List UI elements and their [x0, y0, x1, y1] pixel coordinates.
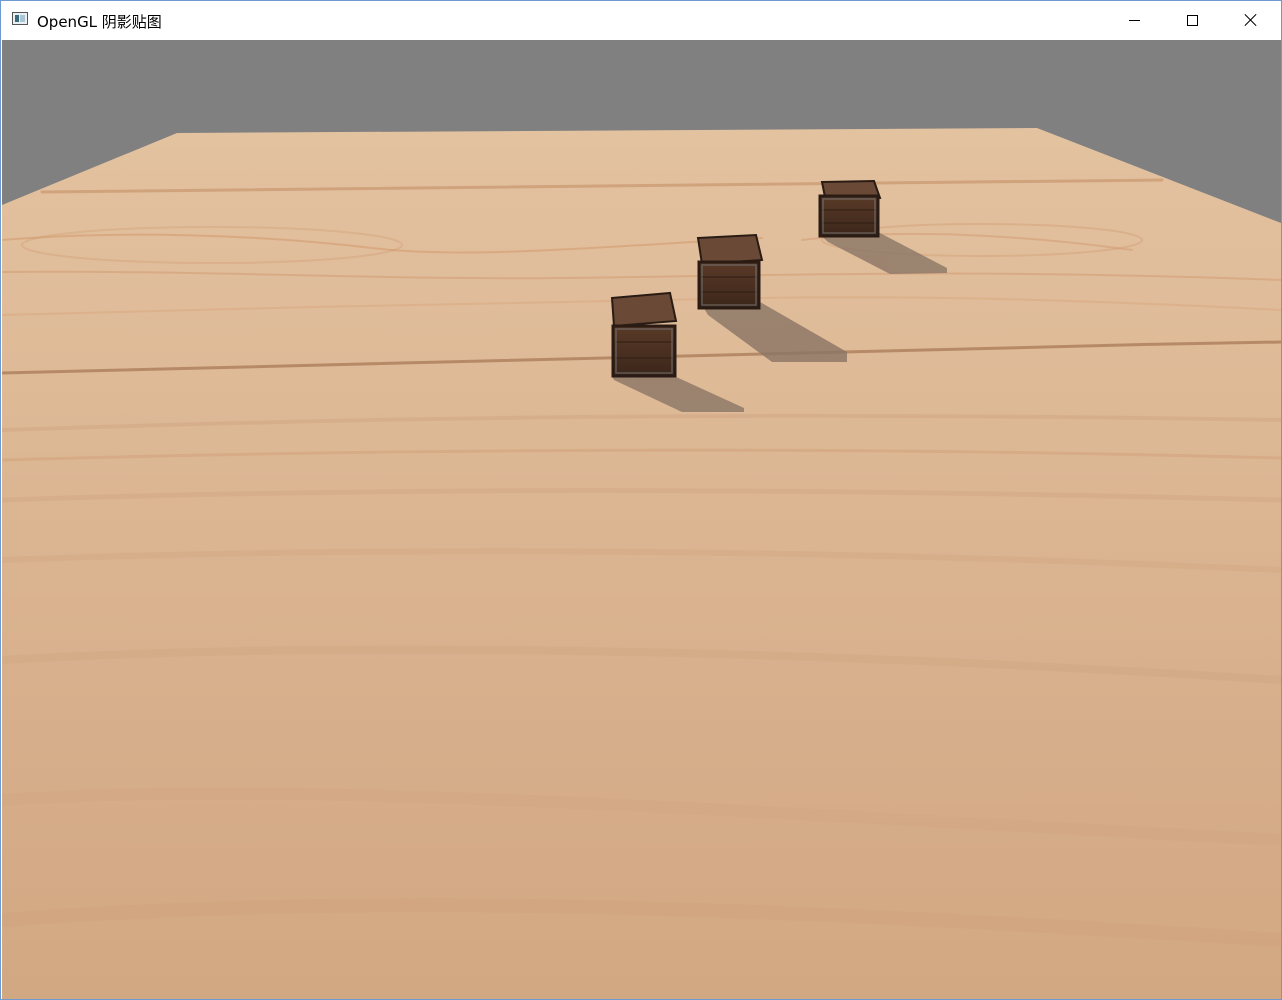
- opengl-app-icon[interactable]: [12, 12, 28, 25]
- app-window: OpenGL 阴影贴图: [0, 0, 1282, 1000]
- title-bar[interactable]: OpenGL 阴影贴图: [1, 1, 1281, 39]
- maximize-icon: [1187, 15, 1198, 26]
- maximize-button[interactable]: [1164, 1, 1222, 39]
- crate-back: [818, 179, 882, 238]
- minimize-icon: [1129, 20, 1140, 21]
- crate-middle: [696, 233, 764, 310]
- close-button[interactable]: [1222, 1, 1280, 39]
- crate-front: [610, 291, 678, 378]
- close-icon: [1244, 13, 1258, 27]
- minimize-button[interactable]: [1106, 1, 1164, 39]
- scene-canvas: [2, 40, 1281, 999]
- opengl-viewport[interactable]: [2, 40, 1281, 999]
- window-title: OpenGL 阴影贴图: [37, 13, 162, 31]
